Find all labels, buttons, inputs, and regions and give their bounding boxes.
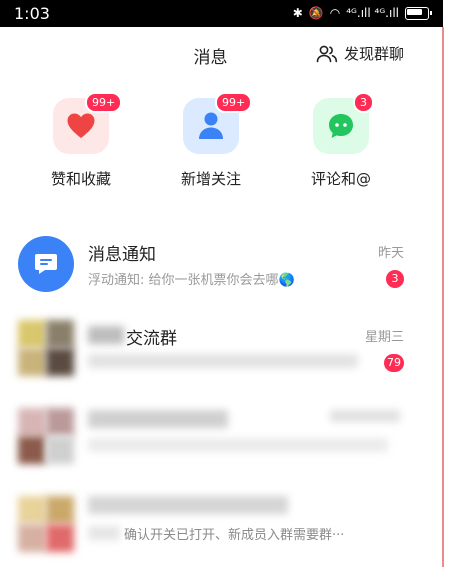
group-unread-badge: 79 (384, 354, 404, 372)
group-avatar (18, 320, 74, 376)
status-icons: ✱ 🔕 ◠ ⁴ᴳ.ıll ⁴ᴳ.ıll (292, 5, 432, 21)
comments-label: 评论和@ (310, 170, 371, 188)
battery-icon (405, 6, 432, 20)
blurred-group-name (88, 410, 228, 428)
chat-bubble-icon (329, 114, 353, 138)
blurred-group-name (88, 326, 124, 344)
likes-tile: 99+ (53, 92, 123, 154)
status-bar: 1:03 ✱ 🔕 ◠ ⁴ᴳ.ıll ⁴ᴳ.ıll (0, 0, 443, 27)
screen-edge-line (442, 27, 444, 567)
likes-label: 赞和收藏 (50, 170, 111, 188)
blurred-group-name (88, 496, 288, 514)
mute-icon: 🔕 (308, 6, 324, 20)
group-avatar (18, 496, 74, 552)
comments-badge: 3 (353, 92, 374, 113)
followers-label: 新增关注 (180, 170, 241, 188)
message-icon (35, 254, 57, 274)
bluetooth-icon: ✱ (292, 6, 303, 20)
new-followers-button[interactable]: 99+ 新增关注 (161, 92, 261, 189)
list-item-exchange-group[interactable]: 交流群 星期三 79 (0, 314, 442, 392)
notification-unread-badge: 3 (386, 270, 404, 288)
likes-badge: 99+ (85, 92, 123, 113)
likes-and-favorites-button[interactable]: 99+ 赞和收藏 (31, 92, 131, 189)
blurred-preview (88, 438, 388, 452)
group-time: 星期三 (364, 330, 404, 345)
discover-groups-label: 发现群聊 (343, 45, 404, 63)
quick-actions: 99+ 赞和收藏 99+ 新增关注 3 评论和@ (0, 92, 442, 198)
followers-tile: 99+ (183, 92, 253, 154)
list-item-project-group[interactable] (0, 402, 442, 480)
people-icon (316, 45, 338, 62)
comments-tile: 3 (313, 92, 374, 154)
comments-and-mentions-button[interactable]: 3 评论和@ (291, 92, 391, 189)
person-icon (199, 112, 223, 139)
followers-badge: 99+ (215, 92, 253, 113)
notification-preview: 浮动通知: 给你一张机票你会去哪🌎 (88, 273, 295, 288)
group-avatar (18, 408, 74, 464)
group-title: 交流群 (126, 329, 177, 349)
notification-time: 昨天 (377, 246, 404, 261)
heart-icon (67, 113, 95, 138)
group-preview: 确认开关已打开、新成员入群需要群··· (124, 528, 345, 543)
wifi-icon: ◠ (329, 6, 341, 20)
blurred-time (330, 410, 400, 422)
status-time: 1:03 (14, 4, 50, 23)
discover-groups-button[interactable]: 发现群聊 (316, 43, 404, 64)
notification-title: 消息通知 (88, 245, 156, 265)
signal-icon: ⁴ᴳ.ıll ⁴ᴳ.ıll (346, 6, 399, 20)
blurred-preview (88, 354, 358, 368)
list-item-group-4[interactable]: 确认开关已打开、新成员入群需要群··· (0, 490, 442, 568)
blurred-preview-prefix (88, 526, 120, 540)
header: 消息 发现群聊 (0, 27, 442, 85)
notification-avatar (18, 236, 74, 292)
list-item-notifications[interactable]: 消息通知 浮动通知: 给你一张机票你会去哪🌎 昨天 3 (0, 226, 442, 304)
